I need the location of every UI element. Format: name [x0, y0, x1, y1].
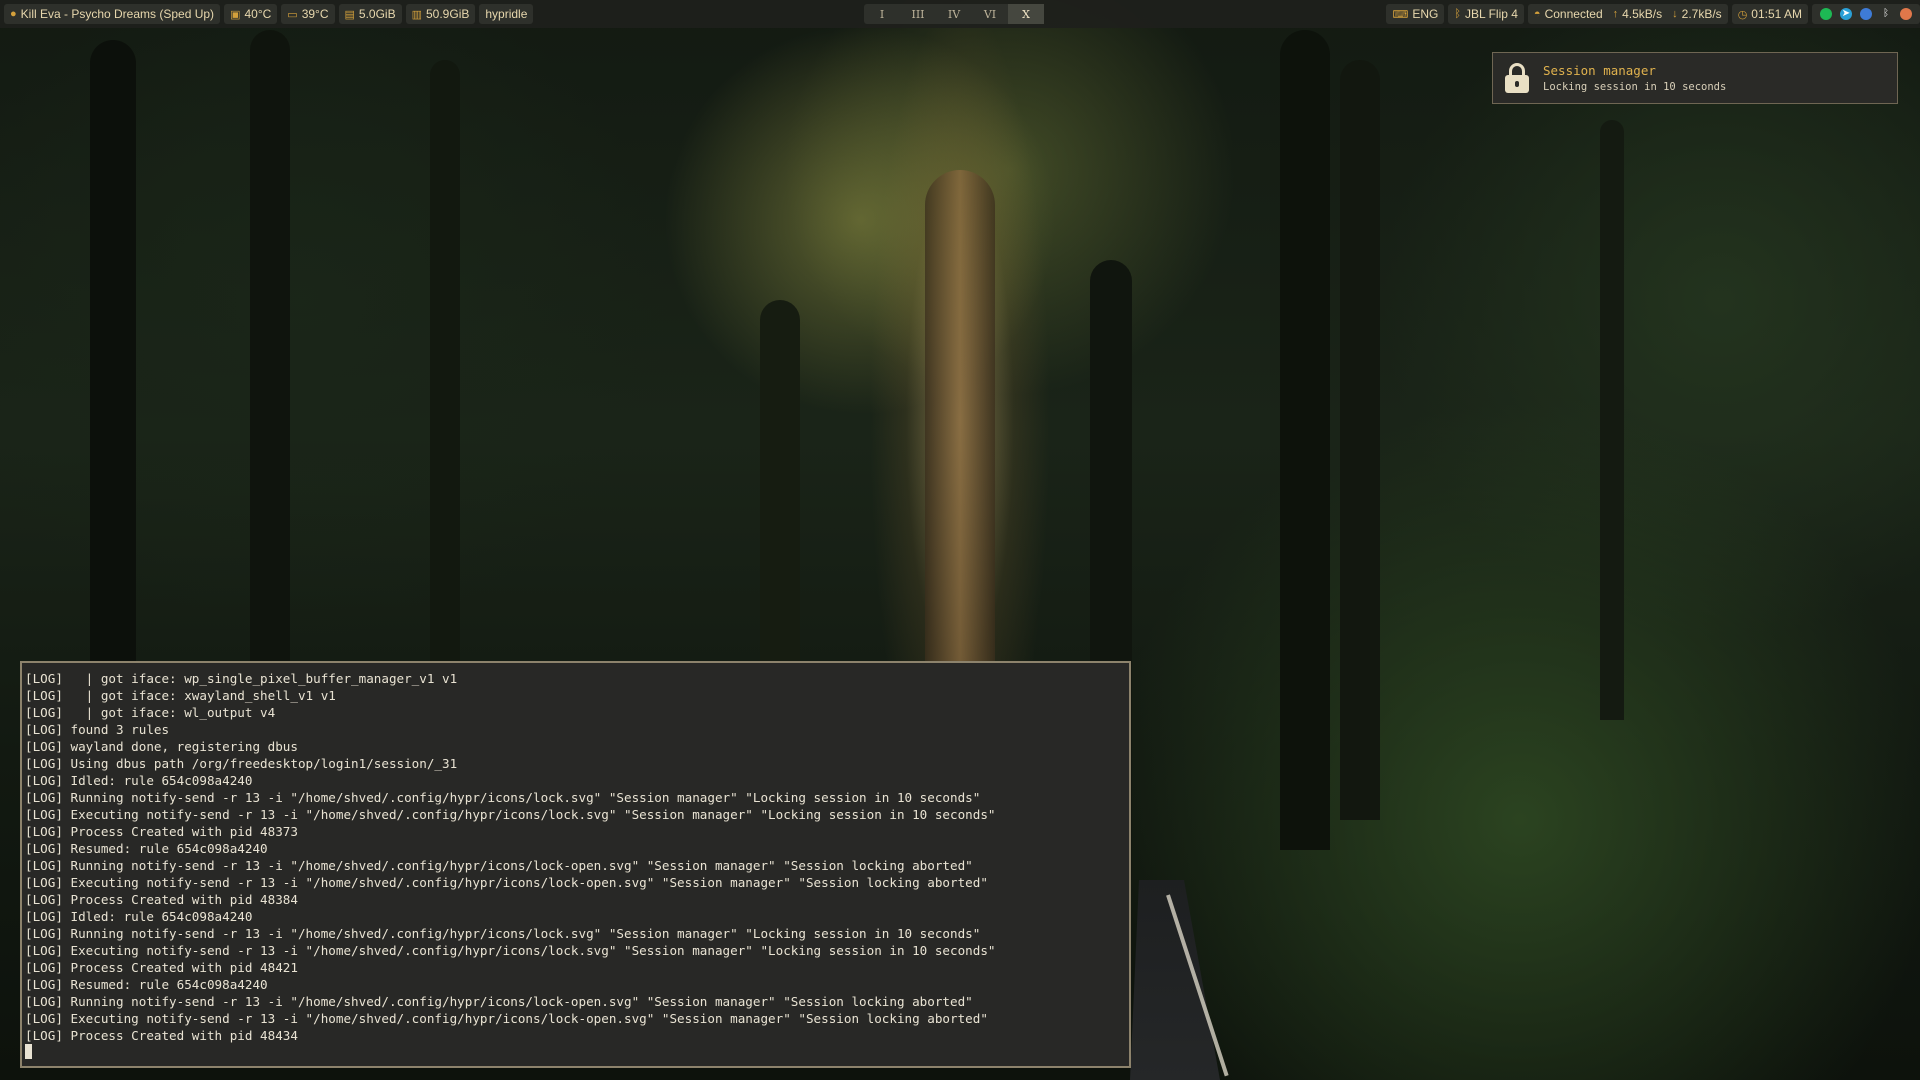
terminal-line: [LOG] | got iface: xwayland_shell_v1 v1	[25, 688, 336, 703]
spotify-icon: ●	[10, 8, 17, 20]
tree-trunk	[90, 40, 136, 740]
upload-speed: 4.5kB/s	[1622, 7, 1663, 21]
network-icon: ◓	[1533, 8, 1541, 20]
idle-daemon-label: hypridle	[485, 7, 528, 21]
terminal-output: [LOG] | got iface: wp_single_pixel_buffe…	[25, 670, 1129, 1044]
terminal-line: [LOG] Process Created with pid 48384	[25, 892, 298, 907]
workspace-4[interactable]: IV	[936, 4, 972, 24]
gpu-temp-value: 39°C	[301, 7, 329, 21]
terminal-line: [LOG] Using dbus path /org/freedesktop/l…	[25, 756, 458, 771]
notification-popup[interactable]: Session manager Locking session in 10 se…	[1492, 52, 1898, 104]
clock-module[interactable]: ◷ 01:51 AM	[1731, 4, 1808, 24]
tree-trunk	[1340, 60, 1380, 820]
memory-module[interactable]: ▤ 5.0GiB	[338, 4, 402, 24]
clock-icon: ◷	[1737, 8, 1748, 21]
terminal-line: [LOG] Running notify-send -r 13 -i "/hom…	[25, 790, 981, 805]
memory-value: 5.0GiB	[358, 7, 396, 21]
download-speed: 2.7kB/s	[1681, 7, 1722, 21]
monitor-icon: ▭	[287, 8, 298, 21]
workspace-6[interactable]: VI	[972, 4, 1008, 24]
workspace-1[interactable]: I	[864, 4, 900, 24]
media-player-module[interactable]: ● Kill Eva - Psycho Dreams (Sped Up)	[4, 4, 221, 24]
terminal-prompt-line[interactable]	[25, 1044, 1129, 1061]
workspace-3[interactable]: III	[900, 4, 936, 24]
terminal-line: [LOG] wayland done, registering dbus	[25, 739, 298, 754]
bluetooth-module[interactable]: ᛒ JBL Flip 4	[1448, 4, 1524, 24]
idle-daemon-module[interactable]: hypridle	[479, 4, 534, 24]
terminal-line: [LOG] Idled: rule 654c098a4240	[25, 909, 253, 924]
cpu-temp-value: 40°C	[244, 7, 272, 21]
terminal-line: [LOG] Process Created with pid 48421	[25, 960, 298, 975]
clock-time: 01:51 AM	[1751, 7, 1802, 21]
browser-icon[interactable]	[1860, 8, 1872, 20]
keyboard-layout-module[interactable]: ⌨ ENG	[1386, 4, 1445, 24]
media-title: Kill Eva - Psycho Dreams (Sped Up)	[20, 7, 215, 21]
workspace-10[interactable]: X	[1008, 4, 1044, 24]
notification-body: Locking session in 10 seconds	[1543, 81, 1727, 93]
terminal-line: [LOG] Process Created with pid 48434	[25, 1028, 298, 1043]
app-icon[interactable]	[1900, 8, 1912, 20]
bluetooth-device: JBL Flip 4	[1465, 7, 1518, 21]
terminal-line: [LOG] Resumed: rule 654c098a4240	[25, 977, 268, 992]
keyboard-icon: ⌨	[1392, 8, 1409, 21]
disk-icon: ▥	[411, 8, 422, 21]
terminal-window[interactable]: [LOG] | got iface: wp_single_pixel_buffe…	[20, 661, 1131, 1068]
tree-trunk	[925, 170, 995, 690]
notification-title: Session manager	[1543, 63, 1656, 78]
terminal-line: [LOG] Running notify-send -r 13 -i "/hom…	[25, 994, 973, 1009]
keyboard-layout-value: ENG	[1412, 7, 1439, 21]
text-cursor	[25, 1044, 32, 1059]
tree-trunk	[1280, 30, 1330, 850]
cpu-temp-module[interactable]: ▣ 40°C	[224, 4, 278, 24]
lock-icon	[1503, 61, 1531, 95]
system-tray: ➤ ᛒ	[1812, 4, 1920, 24]
network-status: Connected	[1544, 7, 1603, 21]
terminal-line: [LOG] Resumed: rule 654c098a4240	[25, 841, 268, 856]
gpu-temp-module[interactable]: ▭ 39°C	[281, 4, 335, 24]
upload-arrow-icon: ↑	[1612, 8, 1619, 20]
tree-trunk	[1600, 120, 1624, 720]
terminal-line: [LOG] Executing notify-send -r 13 -i "/h…	[25, 807, 996, 822]
terminal-line: [LOG] found 3 rules	[25, 722, 170, 737]
telegram-icon[interactable]: ➤	[1840, 8, 1852, 20]
terminal-line: [LOG] Running notify-send -r 13 -i "/hom…	[25, 858, 973, 873]
terminal-line: [LOG] | got iface: wp_single_pixel_buffe…	[25, 671, 458, 686]
memory-icon: ▤	[344, 8, 355, 21]
status-bar: ● Kill Eva - Psycho Dreams (Sped Up) ▣ 4…	[0, 0, 1920, 28]
notification-content: Session manager Locking session in 10 se…	[1543, 63, 1726, 93]
disk-module[interactable]: ▥ 50.9GiB	[405, 4, 476, 24]
terminal-line: [LOG] Executing notify-send -r 13 -i "/h…	[25, 1011, 988, 1026]
bar-right-modules: ⌨ ENG ᛒ JBL Flip 4 ◓ Connected ↑ 4.5kB/s…	[1382, 4, 1920, 24]
download-arrow-icon: ↓	[1672, 8, 1678, 20]
tree-trunk	[430, 60, 460, 760]
bluetooth-icon: ᛒ	[1454, 8, 1461, 20]
disk-value: 50.9GiB	[426, 7, 470, 21]
terminal-line: [LOG] Executing notify-send -r 13 -i "/h…	[25, 875, 988, 890]
terminal-line: [LOG] Running notify-send -r 13 -i "/hom…	[25, 926, 981, 941]
network-module[interactable]: ◓ Connected ↑ 4.5kB/s ↓ 2.7kB/s	[1527, 4, 1728, 24]
bluetooth-icon[interactable]: ᛒ	[1880, 8, 1892, 20]
cpu-icon: ▣	[230, 8, 241, 21]
spotify-icon[interactable]	[1820, 8, 1832, 20]
terminal-line: [LOG] Executing notify-send -r 13 -i "/h…	[25, 943, 996, 958]
terminal-line: [LOG] Idled: rule 654c098a4240	[25, 773, 253, 788]
bar-left-modules: ● Kill Eva - Psycho Dreams (Sped Up) ▣ 4…	[0, 4, 534, 24]
terminal-line: [LOG] | got iface: wl_output v4	[25, 705, 276, 720]
workspace-switcher: I III IV VI X	[864, 4, 1044, 24]
terminal-line: [LOG] Process Created with pid 48373	[25, 824, 298, 839]
